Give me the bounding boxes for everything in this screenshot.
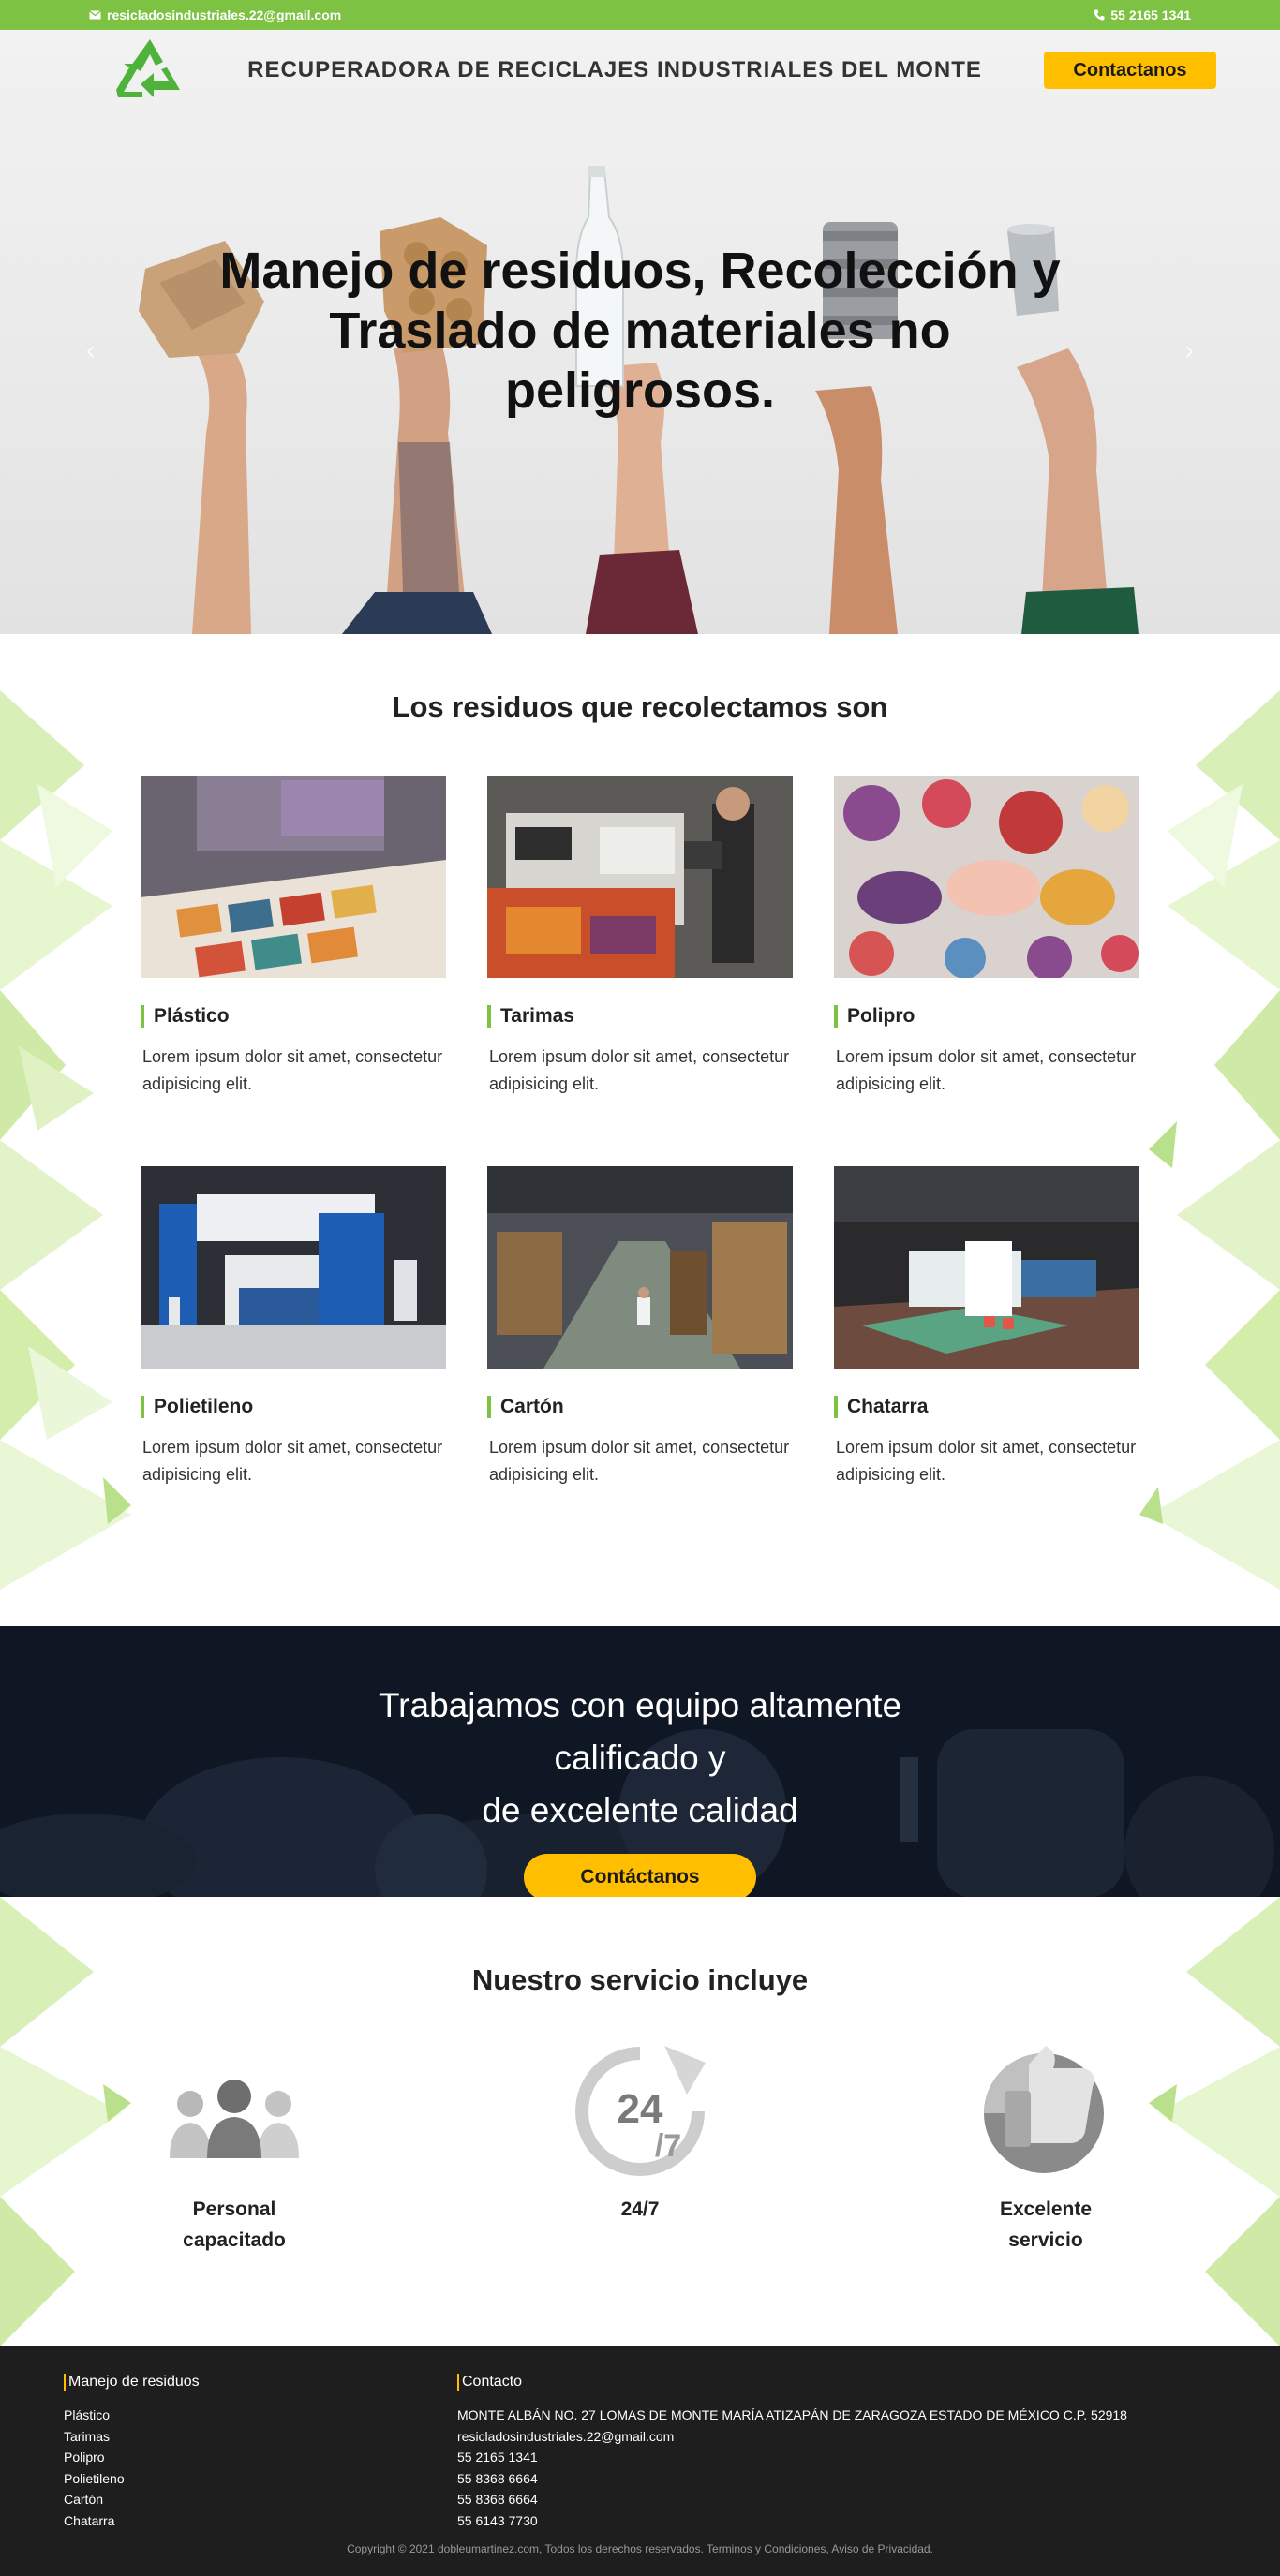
footer-link-chatarra[interactable]: Chatarra [64, 2510, 457, 2532]
footer-col-residuos-title: Manejo de residuos [64, 2374, 457, 2391]
service-label-personal-line-2: capacitado [183, 2229, 286, 2251]
footer-address: MONTE ALBÁN NO. 27 LOMAS DE MONTE MARÍA … [457, 2407, 1127, 2422]
card-polietileno[interactable]: Polietileno Lorem ipsum dolor sit amet, … [141, 1166, 446, 1488]
header-contact-button[interactable]: Contactanos [1043, 52, 1216, 89]
residuos-title: Los residuos que recolectamos son [392, 690, 888, 723]
service-label-24-7-line-1: 24/7 [620, 2198, 660, 2220]
card-title-tarimas: Tarimas [487, 1005, 793, 1028]
cta-title: Trabajamos con equipo altamente califica… [303, 1626, 977, 1837]
card-image-polietileno [141, 1166, 446, 1369]
footer-link-polietileno[interactable]: Polietileno [64, 2468, 457, 2490]
card-title-carton: Cartón [487, 1396, 793, 1418]
decorative-triangles-left [0, 690, 131, 1590]
card-title-plastico: Plástico [141, 1005, 446, 1028]
service-label-excelente-line-2: servicio [1008, 2229, 1083, 2251]
card-text-polietileno: Lorem ipsum dolor sit amet, consectetur … [142, 1438, 443, 1484]
footer-phone-2[interactable]: 55 8368 6664 [457, 2468, 1127, 2490]
footer-phone-1[interactable]: 55 2165 1341 [457, 2447, 1127, 2468]
hero-title-line-2: Traslado de materiales no [329, 303, 951, 359]
card-image-carton [487, 1166, 793, 1369]
footer-col-residuos: Manejo de residuos Plástico Tarimas Poli… [64, 2374, 457, 2531]
hero-title: Manejo de residuos, Recolección y Trasla… [171, 241, 1109, 421]
footer-email[interactable]: resicladosindustriales.22@gmail.com [457, 2426, 1127, 2448]
hero-title-line-3: peligrosos. [504, 363, 776, 419]
service-personal: Personal capacitado [141, 2046, 328, 2256]
hero-next-arrow[interactable]: › [1185, 335, 1194, 365]
card-chatarra[interactable]: Chatarra Lorem ipsum dolor sit amet, con… [834, 1166, 1139, 1488]
card-text-plastico: Lorem ipsum dolor sit amet, consectetur … [142, 1047, 443, 1093]
servicios-title: Nuestro servicio incluye [471, 1963, 809, 1996]
cta-title-line-2: de excelente calidad [482, 1791, 798, 1829]
top-bar: resicladosindustriales.22@gmail.com 55 2… [0, 0, 1280, 30]
footer-residuos-list: Plástico Tarimas Polipro Polietileno Car… [64, 2405, 457, 2531]
residuos-section: Los residuos que recolectamos son Plásti… [0, 634, 1280, 1626]
footer-link-carton[interactable]: Cartón [64, 2489, 457, 2510]
svg-text:/7: /7 [655, 2128, 681, 2164]
card-carton[interactable]: Cartón Lorem ipsum dolor sit amet, conse… [487, 1166, 793, 1488]
card-title-chatarra: Chatarra [834, 1396, 1139, 1418]
recycle-logo-icon[interactable] [114, 36, 186, 106]
decorative-triangles-right [1139, 690, 1280, 1590]
card-tarimas[interactable]: Tarimas Lorem ipsum dolor sit amet, cons… [487, 776, 793, 1098]
topbar-phone-text: 55 2165 1341 [1110, 7, 1191, 22]
card-polipro[interactable]: Polipro Lorem ipsum dolor sit amet, cons… [834, 776, 1139, 1098]
topbar-phone[interactable]: 55 2165 1341 [1094, 7, 1191, 22]
footer-columns: Manejo de residuos Plástico Tarimas Poli… [0, 2346, 1280, 2531]
card-text-tarimas: Lorem ipsum dolor sit amet, consectetur … [489, 1047, 790, 1093]
brand-title: RECUPERADORA DE RECICLAJES INDUSTRIALES … [247, 57, 982, 82]
topbar-email[interactable]: resicladosindustriales.22@gmail.com [89, 7, 341, 22]
card-text-polipro: Lorem ipsum dolor sit amet, consectetur … [836, 1047, 1137, 1093]
footer-col-contacto-title: Contacto [457, 2374, 1127, 2391]
footer-link-plastico[interactable]: Plástico [64, 2405, 457, 2426]
hero-prev-arrow[interactable]: ‹ [86, 335, 95, 365]
footer-phone-4[interactable]: 55 6143 7730 [457, 2510, 1127, 2532]
card-title-polietileno: Polietileno [141, 1396, 446, 1418]
card-image-polipro [834, 776, 1139, 981]
envelope-icon [89, 10, 101, 20]
thumbs-up-icon [952, 2046, 1139, 2184]
service-label-personal-line-1: Personal [192, 2198, 276, 2220]
service-24-7: 24 /7 24/7 [546, 2046, 734, 2256]
people-icon [141, 2046, 328, 2184]
footer-link-polipro[interactable]: Polipro [64, 2447, 457, 2468]
servicios-section: Nuestro servicio incluye Personal capaci… [0, 1897, 1280, 2346]
footer-col-contacto: Contacto MONTE ALBÁN NO. 27 LOMAS DE MON… [457, 2374, 1127, 2531]
card-text-chatarra: Lorem ipsum dolor sit amet, consectetur … [836, 1438, 1137, 1484]
services-row: Personal capacitado 24 /7 24/7 Excelente… [141, 2046, 1139, 2256]
cta-title-line-1: Trabajamos con equipo altamente califica… [378, 1686, 902, 1777]
footer-link-tarimas[interactable]: Tarimas [64, 2426, 457, 2448]
cta-contact-button[interactable]: Contáctanos [524, 1854, 756, 1897]
card-image-chatarra [834, 1166, 1139, 1369]
card-image-plastico [141, 776, 446, 978]
residuos-cards-grid: Plástico Lorem ipsum dolor sit amet, con… [141, 776, 1139, 1488]
cta-section: Trabajamos con equipo altamente califica… [0, 1626, 1280, 1897]
card-text-carton: Lorem ipsum dolor sit amet, consectetur … [489, 1438, 790, 1484]
card-plastico[interactable]: Plástico Lorem ipsum dolor sit amet, con… [141, 776, 446, 1098]
svg-text:24: 24 [618, 2086, 663, 2132]
hero-section: RECUPERADORA DE RECICLAJES INDUSTRIALES … [0, 30, 1280, 634]
service-label-personal: Personal capacitado [141, 2194, 328, 2256]
card-image-tarimas [487, 776, 793, 978]
service-label-24-7: 24/7 [546, 2194, 734, 2225]
phone-icon [1094, 9, 1105, 21]
footer-phone-3[interactable]: 55 8368 6664 [457, 2489, 1127, 2510]
service-label-excelente-line-1: Excelente [999, 2198, 1093, 2220]
topbar-email-text: resicladosindustriales.22@gmail.com [107, 7, 342, 22]
footer-contacto-list: MONTE ALBÁN NO. 27 LOMAS DE MONTE MARÍA … [457, 2405, 1127, 2531]
service-label-excelente: Excelente servicio [952, 2194, 1139, 2256]
clock-24-7-icon: 24 /7 [546, 2046, 734, 2184]
card-title-polipro: Polipro [834, 1005, 1139, 1028]
service-excelente: Excelente servicio [952, 2046, 1139, 2256]
footer: Manejo de residuos Plástico Tarimas Poli… [0, 2346, 1280, 2576]
hero-title-line-1: Manejo de residuos, Recolección y [219, 243, 1061, 299]
site-header: RECUPERADORA DE RECICLAJES INDUSTRIALES … [0, 37, 1280, 103]
footer-copyright: Copyright © 2021 dobleumartinez.com, Tod… [347, 2542, 933, 2555]
